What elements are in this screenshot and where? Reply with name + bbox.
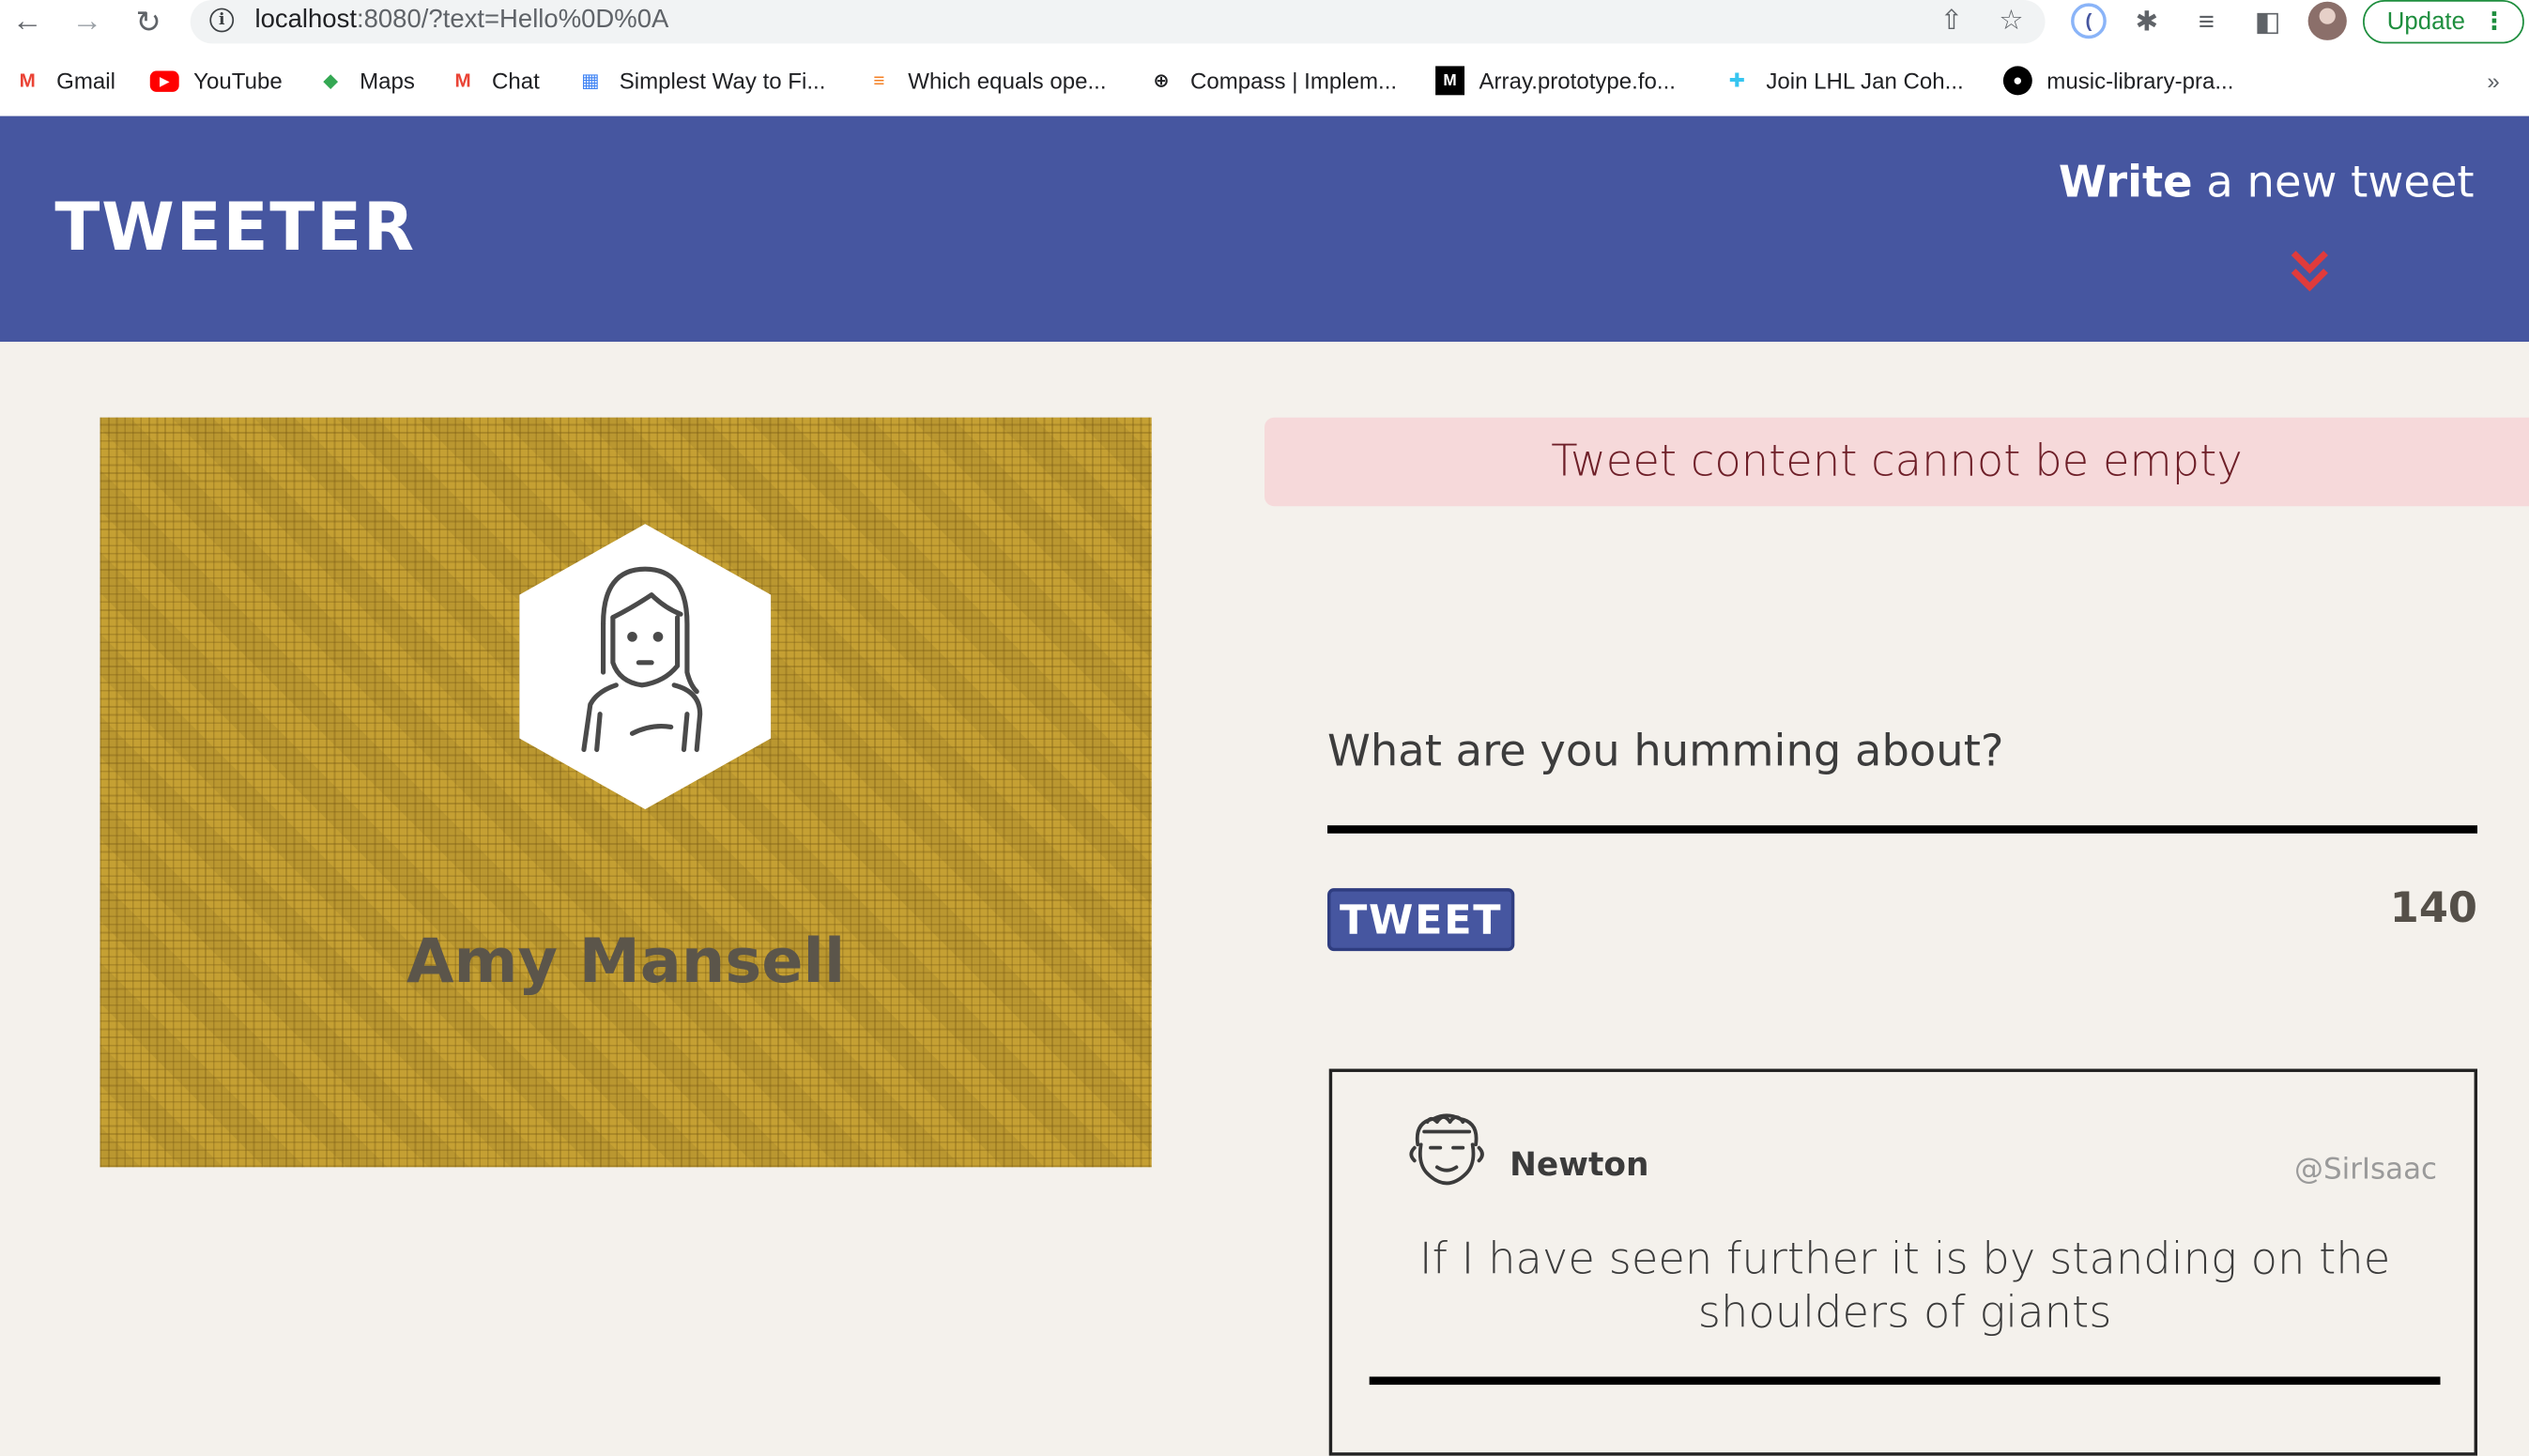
chat-icon: M [454,69,471,92]
app-header: TWEETER Write a new tweet [0,115,2529,343]
back-icon[interactable]: ← [8,3,47,41]
reading-list-icon[interactable]: ≡ [2190,7,2222,38]
tweet-content: If I have seen further it is by standing… [1418,1234,2391,1339]
bookmark-label: Join LHL Jan Coh... [1766,68,1964,94]
write-new-tweet-toggle[interactable]: Write a new tweet [2059,158,2475,207]
slack-icon: ✚ [1728,69,1746,92]
error-message: Tweet content cannot be empty [1264,417,2529,507]
info-icon[interactable]: i [209,8,235,33]
profile-name: Amy Mansell [406,925,846,997]
write-label-rest: a new tweet [2192,158,2475,208]
bookmark-array-prototype[interactable]: M Array.prototype.fo... [1435,65,1676,97]
tweet-text-input[interactable] [1327,677,2478,834]
bookmark-label: Compass | Implem... [1189,68,1398,94]
bookmark-label: Simplest Way to Fi... [619,68,826,94]
gmail-icon: M [19,69,36,92]
bookmark-maps[interactable]: ◆ Maps [316,65,415,97]
bookmark-label: Maps [360,68,415,94]
reload-icon[interactable]: ↻ [129,3,167,41]
url-text[interactable]: localhost:8080/?text=Hello%0D%0A [254,7,668,36]
bookmark-label: Gmail [56,68,115,94]
write-label-bold: Write [2058,158,2193,208]
browser-toolbar: ← → ↻ i localhost:8080/?text=Hello%0D%0A… [0,0,2529,45]
url-path: :8080/?text=Hello%0D%0A [356,6,669,35]
bookmark-music-library[interactable]: ● music-library-pra... [2002,65,2234,97]
browser-chrome: ← → ↻ i localhost:8080/?text=Hello%0D%0A… [0,0,2529,116]
character-counter: 140 [2389,884,2478,934]
puzzle-icon[interactable]: ✱ [2131,7,2163,38]
double-chevron-down-icon[interactable] [2287,248,2332,297]
bookmark-gmail[interactable]: M Gmail [13,65,115,97]
maps-icon: ◆ [323,69,339,92]
update-label: Update [2386,8,2465,36]
youtube-icon: ▶ [149,69,179,92]
address-bar[interactable]: i localhost:8080/?text=Hello%0D%0A ⇧ ☆ [190,0,2046,44]
menu-icon[interactable]: ⋮ [2482,2,2506,42]
side-panel-icon[interactable]: ◧ [2251,7,2283,38]
tweet-handle: @SirIsaac [2294,1152,2438,1187]
forward-icon[interactable]: → [68,3,106,41]
update-button[interactable]: Update ⋮ [2363,0,2524,44]
logo[interactable]: TWEETER [54,189,415,266]
bookmarks-bar: M Gmail ▶ YouTube ◆ Maps M Chat ▦ Simplest Wa… [0,58,2529,103]
compass-icon: ⊕ [1153,69,1170,92]
bookmark-which-equals[interactable]: ≡ Which equals ope... [865,65,1107,97]
bookmark-label: Which equals ope... [908,68,1107,94]
bookmark-simplest-way[interactable]: ▦ Simplest Way to Fi... [575,65,825,97]
mdn-icon: M [1435,66,1465,96]
tweet-card: Newton @SirIsaac If I have seen further … [1328,1068,2478,1456]
bookmark-youtube[interactable]: ▶ YouTube [149,65,283,97]
tweet-submit-button[interactable]: TWEET [1327,888,1515,952]
extension-icon[interactable]: ( [2071,3,2107,39]
profile-avatar-hexagon [519,524,772,810]
stackoverflow-icon: ≡ [873,69,885,92]
tweet-divider [1369,1376,2441,1386]
tweet-avatar-icon [1409,1113,1484,1186]
page-icon: ▦ [581,69,600,92]
share-icon[interactable]: ⇧ [1936,5,1968,37]
bookmark-label: Chat [492,68,540,94]
star-icon[interactable]: ☆ [1995,5,2027,37]
bookmark-label: Array.prototype.fo... [1479,68,1676,94]
bookmark-chat[interactable]: M Chat [449,65,540,97]
tweet-author: Newton [1510,1144,1649,1184]
bookmark-label: music-library-pra... [2046,68,2234,94]
url-host: localhost [254,6,357,35]
github-icon: ● [2002,66,2032,96]
bookmark-label: YouTube [193,68,283,94]
bookmark-compass[interactable]: ⊕ Compass | Implem... [1147,65,1398,97]
bookmark-join-lhl[interactable]: ✚ Join LHL Jan Coh... [1723,65,1964,97]
profile-avatar[interactable] [2307,1,2347,40]
more-bookmarks-icon[interactable]: » [2487,65,2499,97]
